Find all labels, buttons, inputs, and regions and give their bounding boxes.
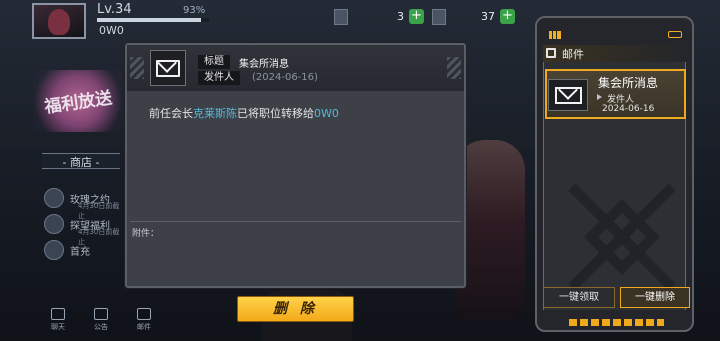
player-name: 0W0 xyxy=(99,24,124,37)
guild-emblem-icon xyxy=(568,183,676,291)
exp-bar-fill xyxy=(97,18,202,22)
title-tag: 标题 xyxy=(198,55,230,69)
envelope-icon xyxy=(156,60,180,77)
mail-list-item[interactable]: 集会所消息 发件人 2024-06-16 xyxy=(545,69,686,119)
nav-announcement-label: 公告 xyxy=(94,323,108,331)
exp-bar xyxy=(97,18,209,22)
message-envelope-box xyxy=(150,50,186,86)
battery-icon xyxy=(668,31,682,38)
panel-bottom-deco xyxy=(569,319,664,326)
mail-item-envelope-box xyxy=(548,79,588,111)
side-item-first-charge[interactable]: 首充 xyxy=(44,240,124,260)
player-level: Lv.34 xyxy=(97,2,132,17)
message-date: (2024-06-16) xyxy=(252,72,318,83)
nav-mail-label: 邮件 xyxy=(137,323,151,331)
player-avatar[interactable] xyxy=(32,3,86,39)
mail-item-title: 集会所消息 xyxy=(598,76,659,90)
nav-announcement[interactable]: 公告 xyxy=(86,308,116,332)
mail-title-row: 邮件 xyxy=(543,45,686,62)
nav-mail[interactable]: 邮件 xyxy=(129,308,159,332)
signal-icon xyxy=(549,31,561,39)
message-body: 前任会长克莱斯陈已将职位转移给0W0 xyxy=(149,105,339,121)
body-new-leader: 0W0 xyxy=(314,107,339,120)
delete-all-button[interactable]: 一键删除 xyxy=(620,287,690,308)
delete-button[interactable]: 删 除 xyxy=(237,296,354,322)
shop-label[interactable]: - 商店 - xyxy=(42,153,120,169)
add-gem-button[interactable]: + xyxy=(500,9,515,24)
claim-all-button[interactable]: 一键领取 xyxy=(543,287,615,308)
first-charge-icon xyxy=(44,240,64,260)
body-mid: 已将职位转移给 xyxy=(237,107,314,120)
message-title: 集会所消息 xyxy=(239,59,289,70)
side-item-rose[interactable]: 玫瑰之约 4月30日前截止 xyxy=(44,188,124,220)
avatar-portrait xyxy=(48,9,70,35)
mail-icon xyxy=(137,308,151,320)
card-icon xyxy=(334,9,348,25)
mail-actions: 一键领取 一键删除 xyxy=(543,286,690,310)
message-header: 标题 集会所消息 发件人 (2024-06-16) xyxy=(127,45,464,91)
envelope-icon xyxy=(555,87,582,104)
header-stripes-left xyxy=(130,57,144,79)
header-stripes-right xyxy=(447,57,461,79)
announcement-icon xyxy=(94,308,108,320)
play-triangle-icon xyxy=(597,94,602,100)
message-detail-panel: 标题 集会所消息 发件人 (2024-06-16) 前任会长克莱斯陈已将职位转移… xyxy=(125,43,466,288)
attachments-divider xyxy=(130,221,461,222)
body-former-leader: 克莱斯陈 xyxy=(193,107,237,120)
attachments-label: 附件： xyxy=(132,229,160,239)
add-card-button[interactable]: + xyxy=(409,9,424,24)
visit-event-icon xyxy=(44,214,64,234)
mail-panel-title: 邮件 xyxy=(562,48,584,61)
resource-gem: 37 + xyxy=(432,8,517,26)
side-item-visit[interactable]: 探望福利 4月30日前截止 xyxy=(44,214,124,246)
rose-event-icon xyxy=(44,188,64,208)
chat-icon xyxy=(51,308,65,320)
side-item-label: 首充 xyxy=(70,247,90,258)
exp-percent: 93% xyxy=(183,5,206,16)
sender-tag: 发件人 xyxy=(198,71,240,85)
resource-gem-value: 37 xyxy=(481,10,495,23)
mail-item-date: 2024-06-16 xyxy=(602,104,655,114)
mail-list-panel: 邮件 集会所消息 发件人 2024-06-16 一键领取 一键删除 xyxy=(535,16,694,332)
body-prefix: 前任会长 xyxy=(149,107,193,120)
nav-chat[interactable]: 聊天 xyxy=(43,308,73,332)
mailbox-icon xyxy=(546,48,556,58)
gem-icon xyxy=(432,9,446,25)
resource-card: 3 + xyxy=(334,8,426,26)
resource-card-value: 3 xyxy=(397,10,404,23)
nav-chat-label: 聊天 xyxy=(51,323,65,331)
